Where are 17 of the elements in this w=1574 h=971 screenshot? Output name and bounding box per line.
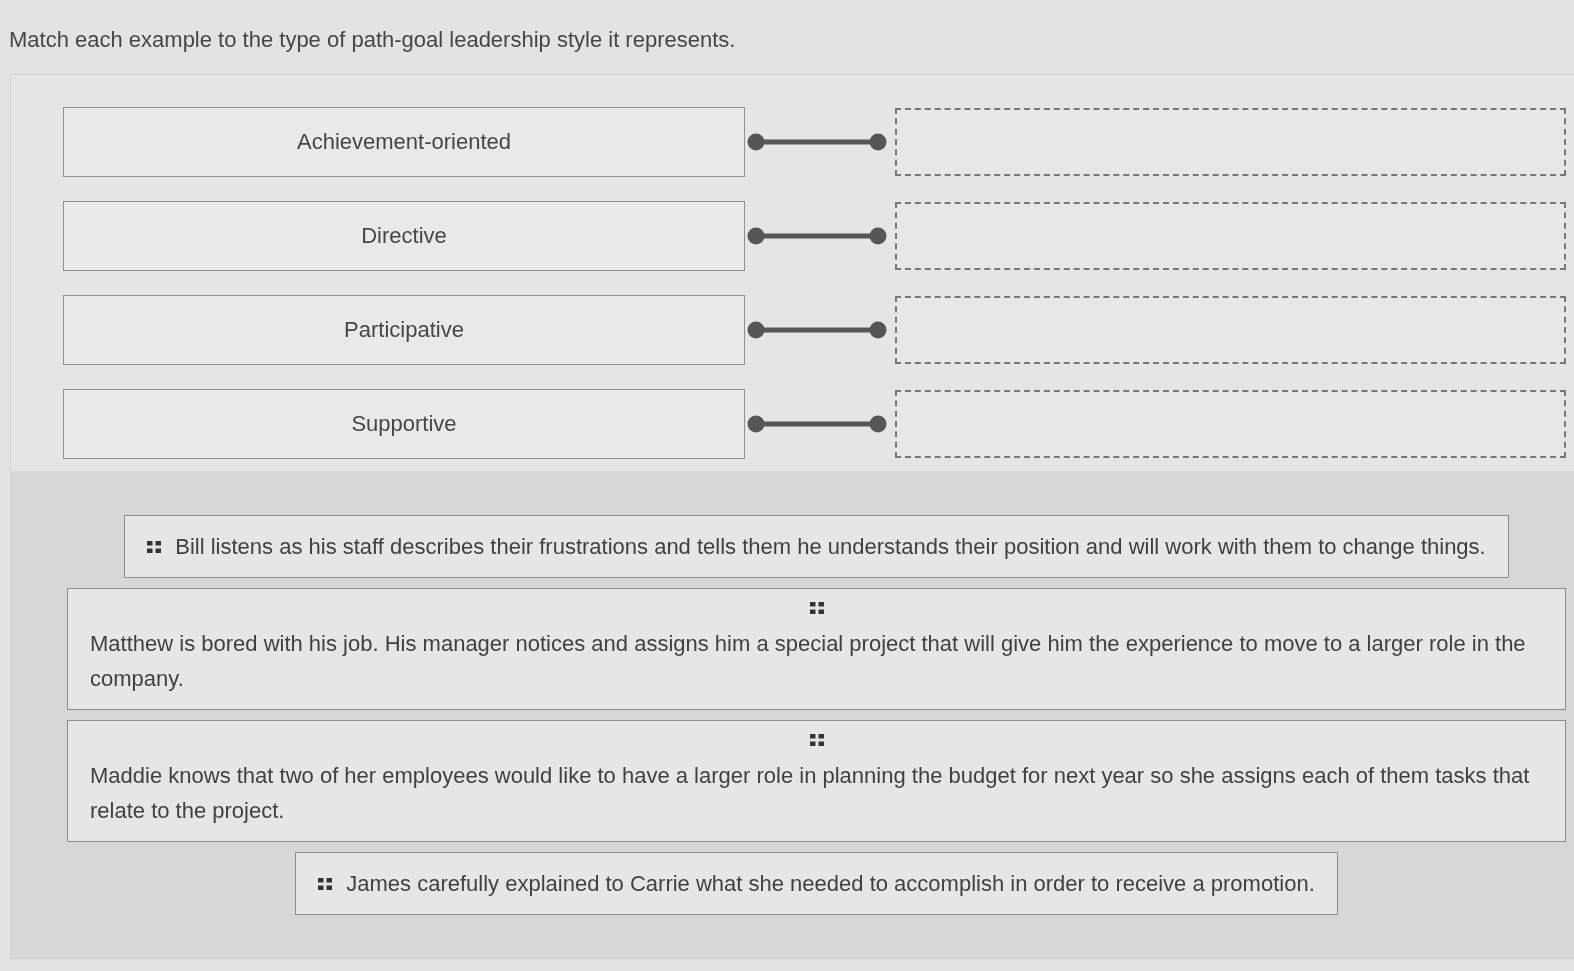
drag-handle-icon [809,734,824,746]
question-prompt: Match each example to the type of path-goal leadership style it represents. [9,26,736,54]
drop-zone[interactable] [895,108,1566,176]
drag-handle-icon [318,877,333,890]
drag-handle-icon [809,602,824,614]
answer-card[interactable]: James carefully explained to Carrie what she needed to accomplish in order to receive a promotion. [295,852,1338,915]
leadership-style-label: Directive [63,201,745,271]
drop-zone[interactable] [895,296,1566,364]
drag-handle-icon [147,540,162,553]
drop-zone[interactable] [895,390,1566,458]
answer-card[interactable]: Matthew is bored with his job. His manager notices and assigns him a special project that will give him the experience to move to a larger role in the company. [67,588,1566,710]
answer-card[interactable]: Bill listens as his staff describes their frustrations and tells them he understands their position and will work with them to change things. [124,515,1509,578]
leadership-style-label: Participative [63,295,745,365]
drop-zone[interactable] [895,202,1566,270]
leadership-style-label: Achievement-oriented [63,107,745,177]
answer-card[interactable]: Maddie knows that two of her employees would like to have a larger role in planning the budget for next year so she assigns each of them tasks that relate to the project. [67,720,1566,842]
leadership-style-label: Supportive [63,389,745,459]
